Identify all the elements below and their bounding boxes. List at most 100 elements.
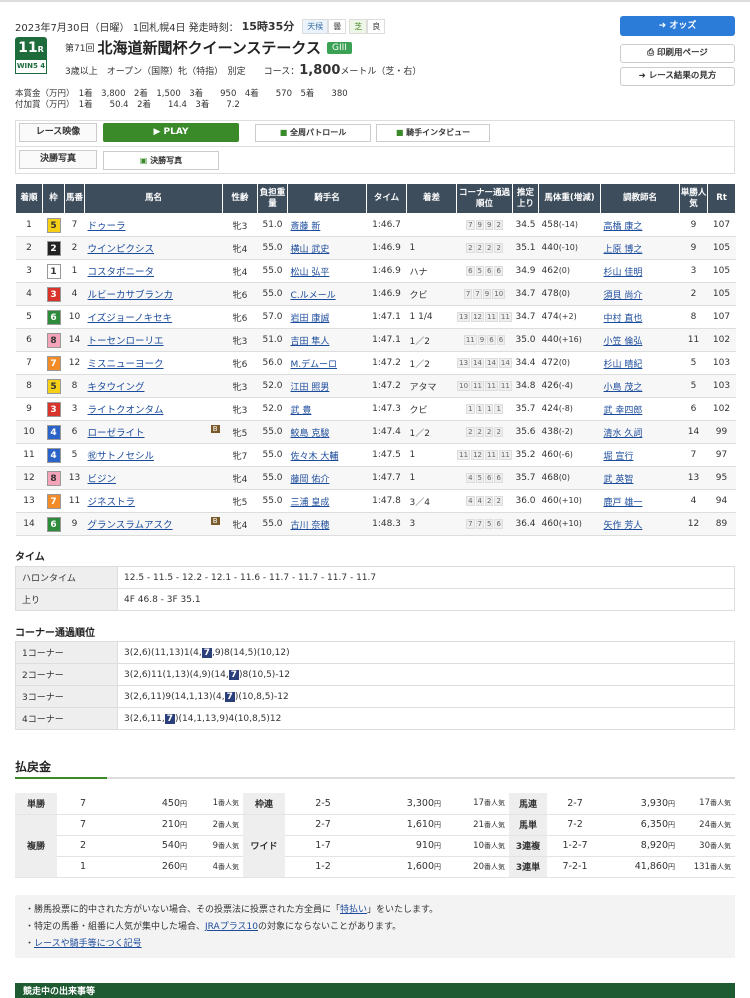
payout-yen-value: 260 [161, 861, 180, 872]
payout-yen-unit: 円 [668, 863, 675, 871]
trainer-link[interactable]: 小島 茂之 [604, 383, 643, 393]
jockey-link[interactable]: 松山 弘平 [291, 268, 330, 278]
edition: 第71回 [65, 44, 95, 54]
corner-position: 6 [485, 266, 494, 276]
jockey-link[interactable]: 吉田 隼人 [291, 337, 330, 347]
horse-name-link[interactable]: コスタボニータ [88, 267, 155, 278]
play-button[interactable]: ▶ PLAY [103, 123, 239, 142]
payout-yen: 540円 [109, 835, 191, 857]
jockey-link[interactable]: 横山 武史 [291, 245, 330, 255]
trainer-link[interactable]: 高橋 康之 [604, 222, 643, 232]
howto-button[interactable]: ➜ レース結果の見方 [620, 67, 735, 86]
jockey-link[interactable]: 藤岡 佑介 [291, 475, 330, 485]
trainer-link[interactable]: 矢作 芳人 [604, 521, 643, 531]
turf-value: 良 [367, 18, 386, 34]
corner-row: 1コーナー 3(2,6)(11,13)1(4, 7,9)8(14,5)(10,12) [15, 641, 735, 664]
horse-name-link[interactable]: キタウイング [88, 382, 145, 393]
corner-order-post: ,9)8(14,5)(10,12) [211, 647, 290, 658]
print-button[interactable]: ⎙ 印刷用ページ [620, 44, 735, 63]
jockey-link[interactable]: 江田 照男 [291, 383, 330, 393]
corner-position: 1 [466, 404, 475, 414]
trainer-link[interactable]: 小笠 倫弘 [604, 337, 643, 347]
jockey-link[interactable]: 古川 奈穂 [291, 521, 330, 531]
jockey-link[interactable]: 佐々木 大輔 [291, 452, 339, 462]
horse-name-link[interactable]: グランスラムアスク [88, 520, 173, 531]
distance: 1,800 [299, 63, 341, 78]
horse-number-cell: 12 [64, 351, 85, 375]
corner-position: 14 [471, 358, 484, 368]
race-suffix: R [37, 45, 44, 54]
horse-name-link[interactable]: イズジョーノキセキ [88, 313, 173, 324]
corner-position: 14 [498, 358, 512, 368]
popularity-cell: 9 [679, 236, 708, 260]
trainer-link[interactable]: 須貝 尚介 [604, 291, 643, 301]
jra-plus10-link[interactable]: JRAプラス10 [205, 922, 258, 932]
interview-label: 騎手インタビュー [406, 128, 471, 137]
weight-cell: 55.0 [257, 443, 288, 467]
jockey-link[interactable]: 鮫島 克駿 [291, 429, 330, 439]
time-table: ハロンタイム 12.5 - 11.5 - 12.2 - 12.1 - 11.6 -… [15, 566, 735, 611]
horse-name-link[interactable]: ローゼライト [88, 428, 145, 439]
combo-value: 1-2 [315, 861, 331, 872]
trainer-link[interactable]: 武 英智 [604, 475, 634, 485]
trainer-link[interactable]: 清水 久詞 [604, 429, 643, 439]
header-cell: 推定上り [512, 183, 539, 214]
horse-name-link[interactable]: トーセンローリエ [88, 336, 164, 347]
corner-position-cell: 13 12 11 11 [456, 305, 513, 329]
jockey-cell: 岩田 康誠 [287, 305, 367, 329]
corner-position: 4 [466, 496, 475, 506]
trainer-link[interactable]: 堀 宣行 [604, 452, 634, 462]
horse-name-link[interactable]: ドゥーラ [88, 221, 126, 232]
trainer-link[interactable]: 武 幸四郎 [604, 406, 643, 416]
horse-number-cell: 5 [64, 443, 85, 467]
jockey-link[interactable]: C.ルメール [291, 291, 336, 301]
rank-cell: 2 [15, 236, 43, 260]
tokubarai-link[interactable]: 特払い [340, 905, 367, 915]
jockey-link[interactable]: 岩田 康誠 [291, 314, 330, 324]
rating-cell: 105 [707, 259, 736, 283]
horse-name-link[interactable]: ルビーカサブランカ [88, 290, 174, 301]
results-body: 1 5 7 ドゥーラ 牝3 51.0 斎藤 新 1:46.7 7 9 9 2 34.5 458(-14) 高… [15, 213, 736, 536]
frame-badge: 2 [46, 240, 61, 256]
corner-position: 11 [485, 381, 498, 391]
jockey-link[interactable]: 武 豊 [291, 406, 312, 416]
jockey-link[interactable]: M.デムーロ [291, 360, 337, 370]
note-2: ・特定の馬番・組番に人気が集中した場合、JRAプラス10の対象にならないことがあ… [25, 919, 725, 936]
corner-position: 9 [482, 289, 492, 299]
horse-name-link[interactable]: ビジン [88, 474, 117, 485]
patrol-button[interactable]: ■ 全周パトロール [255, 124, 371, 142]
corner-row: 3コーナー 3(2,6,11)9(14,1,13)(4, 7)(10,8,5)-12 [15, 685, 735, 708]
corner-position: 11 [463, 335, 477, 345]
trainer-link[interactable]: 中村 直也 [604, 314, 643, 324]
jockey-link[interactable]: 三浦 皇成 [291, 498, 330, 508]
combo-value: 2-7 [315, 819, 331, 830]
trainer-link[interactable]: 杉山 晴紀 [604, 360, 643, 370]
race-date-line: 2023年7月30日（日曜） 1回札幌4日 発走時刻： 15時35分 天候曇 芝… [15, 18, 386, 34]
finish-photo-button[interactable]: ▣ 決勝写真 [103, 151, 219, 170]
body-weight-cell: 478(0) [538, 282, 601, 306]
frame-badge: 6 [46, 309, 61, 325]
frame-cell: 6 [42, 305, 65, 329]
horse-name-link[interactable]: ㊗サトノセシル [88, 451, 155, 462]
horse-name-link[interactable]: ウインピクシス [88, 244, 155, 255]
combo-value: 7-2-1 [562, 861, 588, 872]
horse-number-cell: 14 [64, 328, 85, 352]
trainer-link[interactable]: 上原 博之 [604, 245, 643, 255]
interview-button[interactable]: ■ 騎手インタビュー [376, 124, 490, 142]
horse-name-link[interactable]: ライトクオンタム [88, 405, 164, 416]
symbols-link[interactable]: レースや騎手等につく記号 [34, 939, 142, 949]
bet-type-trifecta: 3連単 [509, 856, 547, 878]
odds-label: オッズ [669, 21, 697, 31]
horse-name-link[interactable]: ジネストラ [88, 497, 136, 508]
rating-cell: 107 [707, 305, 736, 329]
margin-cell: 1／2 [406, 328, 457, 352]
trainer-link[interactable]: 鹿戸 雄一 [604, 498, 643, 508]
odds-button[interactable]: ➜ オッズ [620, 16, 735, 36]
horse-name-link[interactable]: ミスニューヨーク [88, 359, 164, 370]
incidents-bar[interactable]: 競走中の出来事等 [15, 983, 735, 998]
rating-cell: 103 [707, 351, 736, 375]
trainer-link[interactable]: 杉山 佳明 [604, 268, 643, 278]
weight-cell: 51.0 [257, 213, 288, 237]
jockey-link[interactable]: 斎藤 新 [291, 222, 321, 232]
horse-name-cell: ジネストラ [84, 489, 223, 513]
